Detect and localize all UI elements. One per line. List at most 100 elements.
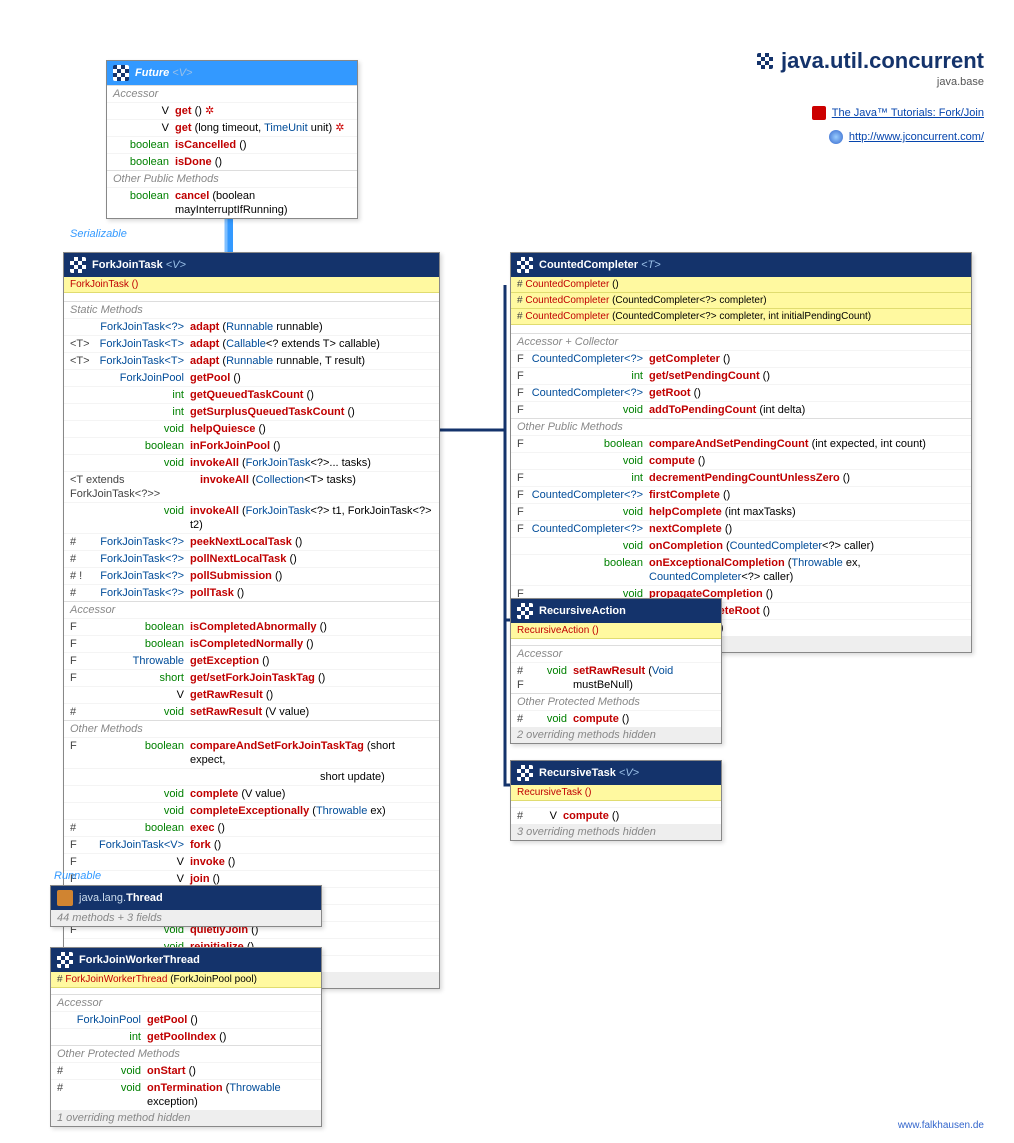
method-row: short update) [64, 768, 439, 785]
cup-icon [57, 890, 73, 906]
constructor-row: # CountedCompleter () [511, 277, 971, 293]
countedcompleter-class-box: CountedCompleter <T> # CountedCompleter … [510, 252, 972, 653]
method-row: FvoidhelpComplete (int maxTasks) [511, 503, 971, 520]
method-row: FForkJoinTask<V>fork () [64, 836, 439, 853]
method-row: booleaninForkJoinPool () [64, 437, 439, 454]
method-row: FCountedCompleter<?>getRoot () [511, 384, 971, 401]
checker-icon [517, 257, 533, 273]
method-row: FVinvoke () [64, 853, 439, 870]
method-row: # FvoidsetRawResult (Void mustBeNull) [511, 662, 721, 693]
method-row: intgetPoolIndex () [51, 1028, 321, 1045]
thread-header: java.lang.Thread [51, 886, 321, 910]
fjt-acc-rows: FbooleanisCompletedAbnormally ()Fboolean… [64, 618, 439, 720]
fjt-header: ForkJoinTask <V> [64, 253, 439, 277]
fjwt-class-box: ForkJoinWorkerThread # ForkJoinWorkerThr… [50, 947, 322, 1127]
future-header: Future <V> [107, 61, 357, 85]
constructor-row: # CountedCompleter (CountedCompleter<?> … [511, 309, 971, 325]
runnable-label: Runnable [54, 870, 101, 882]
method-row: ForkJoinTask<?>adapt (Runnable runnable) [64, 318, 439, 335]
rt-ctor: RecursiveTask () [511, 785, 721, 801]
fjwt-acc-rows: ForkJoinPoolgetPool ()intgetPoolIndex () [51, 1011, 321, 1045]
method-row: <T>ForkJoinTask<T>adapt (Runnable runnab… [64, 352, 439, 369]
future-accessor-rows: Vget () ✲Vget (long timeout, TimeUnit un… [107, 102, 357, 170]
checker-icon [70, 257, 86, 273]
checker-icon [517, 765, 533, 781]
method-row: FCountedCompleter<?>firstComplete () [511, 486, 971, 503]
method-row: #voidonStart () [51, 1062, 321, 1079]
cc-acc-rows: FCountedCompleter<?>getCompleter ()Fintg… [511, 350, 971, 418]
module-label: java.base [937, 76, 984, 88]
fjt-static-rows: ForkJoinTask<?>adapt (Runnable runnable)… [64, 318, 439, 601]
cc-header: CountedCompleter <T> [511, 253, 971, 277]
method-row: FThrowablegetException () [64, 652, 439, 669]
method-row: booleancancel (boolean mayInterruptIfRun… [107, 187, 357, 218]
constructor-row: # ForkJoinWorkerThread (ForkJoinPool poo… [51, 972, 321, 988]
fjt-other-rows: FbooleancompareAndSetForkJoinTaskTag (sh… [64, 737, 439, 972]
method-row: FbooleanisCompletedAbnormally () [64, 618, 439, 635]
ra-header: RecursiveAction [511, 599, 721, 623]
method-row: FCountedCompleter<?>getCompleter () [511, 350, 971, 367]
method-row: VgetRawResult () [64, 686, 439, 703]
method-row: <T extends ForkJoinTask<?>>invokeAll (Co… [64, 471, 439, 502]
package-title: java.util.concurrent [757, 48, 984, 74]
method-row: FvoidaddToPendingCount (int delta) [511, 401, 971, 418]
rt-rows: #Vcompute () [511, 807, 721, 824]
method-row: #voidonTermination (Throwable exception) [51, 1079, 321, 1110]
method-row: intgetQueuedTaskCount () [64, 386, 439, 403]
method-row: #voidcompute () [511, 710, 721, 727]
method-row: #ForkJoinTask<?>pollTask () [64, 584, 439, 601]
constructor-row: # CountedCompleter (CountedCompleter<?> … [511, 293, 971, 309]
future-other-rows: booleancancel (boolean mayInterruptIfRun… [107, 187, 357, 218]
method-row: #ForkJoinTask<?>pollNextLocalTask () [64, 550, 439, 567]
method-row: intgetSurplusQueuedTaskCount () [64, 403, 439, 420]
method-row: booleanisDone () [107, 153, 357, 170]
method-row: voidcompleteExceptionally (Throwable ex) [64, 802, 439, 819]
fjwt-ctor: # ForkJoinWorkerThread (ForkJoinPool poo… [51, 972, 321, 988]
jconcurrent-link[interactable]: http://www.jconcurrent.com/ [829, 130, 984, 144]
recursiveaction-class-box: RecursiveAction RecursiveAction () Acces… [510, 598, 722, 744]
ra-other-rows: #voidcompute () [511, 710, 721, 727]
thread-class-box: java.lang.Thread 44 methods + 3 fields [50, 885, 322, 927]
method-row: #Vcompute () [511, 807, 721, 824]
forkjointask-class-box: ForkJoinTask <V> ForkJoinTask () Static … [63, 252, 440, 989]
method-row: ForkJoinPoolgetPool () [51, 1011, 321, 1028]
oracle-icon [812, 106, 826, 120]
method-row: Vget () ✲ [107, 102, 357, 119]
future-class-box: Future <V> Accessor Vget () ✲Vget (long … [106, 60, 358, 219]
method-row: Vget (long timeout, TimeUnit unit) ✲ [107, 119, 357, 136]
method-row: FCountedCompleter<?>nextComplete () [511, 520, 971, 537]
method-row: voidonCompletion (CountedCompleter<?> ca… [511, 537, 971, 554]
checker-icon [57, 952, 73, 968]
footer-credit: www.falkhausen.de [898, 1120, 984, 1131]
method-row: voidinvokeAll (ForkJoinTask<?> t1, ForkJ… [64, 502, 439, 533]
method-row: Fintget/setPendingCount () [511, 367, 971, 384]
ra-acc-rows: # FvoidsetRawResult (Void mustBeNull) [511, 662, 721, 693]
rt-header: RecursiveTask <V> [511, 761, 721, 785]
method-row: # !ForkJoinTask<?>pollSubmission () [64, 567, 439, 584]
checker-icon [517, 603, 533, 619]
method-row: voidcompute () [511, 452, 971, 469]
method-row: FbooleancompareAndSetForkJoinTaskTag (sh… [64, 737, 439, 768]
method-row: ForkJoinPoolgetPool () [64, 369, 439, 386]
globe-icon [829, 130, 843, 144]
recursivetask-class-box: RecursiveTask <V> RecursiveTask () #Vcom… [510, 760, 722, 841]
method-row: FbooleancompareAndSetPendingCount (int e… [511, 435, 971, 452]
serializable-label: Serializable [70, 228, 127, 240]
method-row: Fshortget/setForkJoinTaskTag () [64, 669, 439, 686]
ra-ctor: RecursiveAction () [511, 623, 721, 639]
checker-icon [757, 53, 773, 69]
method-row: <T>ForkJoinTask<T>adapt (Callable<? exte… [64, 335, 439, 352]
fjt-ctor: ForkJoinTask () [64, 277, 439, 293]
fjwt-header: ForkJoinWorkerThread [51, 948, 321, 972]
method-row: booleanonExceptionalCompletion (Throwabl… [511, 554, 971, 585]
method-row: #voidsetRawResult (V value) [64, 703, 439, 720]
method-row: voidcomplete (V value) [64, 785, 439, 802]
method-row: #booleanexec () [64, 819, 439, 836]
method-row: voidhelpQuiesce () [64, 420, 439, 437]
method-row: booleanisCancelled () [107, 136, 357, 153]
tutorial-link[interactable]: The Java™ Tutorials: Fork/Join [812, 106, 984, 120]
method-row: #ForkJoinTask<?>peekNextLocalTask () [64, 533, 439, 550]
method-row: voidinvokeAll (ForkJoinTask<?>... tasks) [64, 454, 439, 471]
cc-ctors: # CountedCompleter ()# CountedCompleter … [511, 277, 971, 325]
method-row: FbooleanisCompletedNormally () [64, 635, 439, 652]
